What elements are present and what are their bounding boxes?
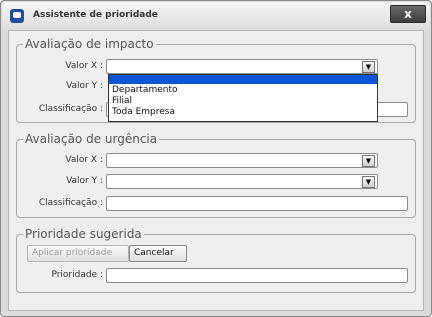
impact-valor-x-select[interactable]: ▼ (106, 59, 378, 74)
dropdown-option-toda-empresa[interactable]: Toda Empresa (109, 106, 377, 118)
chevron-down-icon: ▼ (362, 176, 375, 188)
urgency-valor-x-select[interactable]: ▼ (106, 153, 378, 168)
impact-valor-y-label: Valor Y : (66, 81, 103, 91)
chevron-down-icon: ▼ (362, 155, 375, 167)
urgency-legend: Avaliação de urgência (23, 132, 160, 146)
impact-legend: Avaliação de impacto (23, 37, 156, 51)
apply-priority-button[interactable]: Aplicar prioridade (27, 245, 129, 262)
priority-field[interactable] (106, 268, 408, 283)
dialog-title: Assistente de prioridade (33, 10, 158, 20)
urgency-classificacao-field[interactable] (106, 196, 408, 211)
app-chat-icon (10, 9, 24, 23)
impact-classificacao-label: Classificação : (38, 104, 103, 114)
suggested-legend: Prioridade sugerida (23, 227, 144, 241)
urgency-classificacao-label: Classificação : (38, 198, 103, 208)
suggested-priority-group: Prioridade sugerida (16, 227, 416, 293)
chevron-down-icon: ▼ (362, 61, 375, 73)
impact-valor-x-dropdown-list: Departamento Filial Toda Empresa (108, 74, 378, 122)
urgency-valor-x-label: Valor X : (65, 155, 103, 165)
impact-valor-x-label: Valor X : (65, 61, 103, 71)
priority-label: Prioridade : (51, 270, 103, 280)
close-button[interactable]: x (390, 5, 426, 23)
dropdown-option-empty[interactable] (109, 75, 377, 84)
close-icon: x (404, 7, 412, 21)
urgency-valor-y-label: Valor Y : (66, 176, 103, 186)
dialog-titlebar: Assistente de prioridade x (2, 2, 430, 29)
cancel-button[interactable]: Cancelar (129, 245, 187, 262)
priority-assistant-dialog: Assistente de prioridade x Avaliação de … (0, 0, 432, 317)
urgency-valor-y-select[interactable]: ▼ (106, 174, 378, 189)
